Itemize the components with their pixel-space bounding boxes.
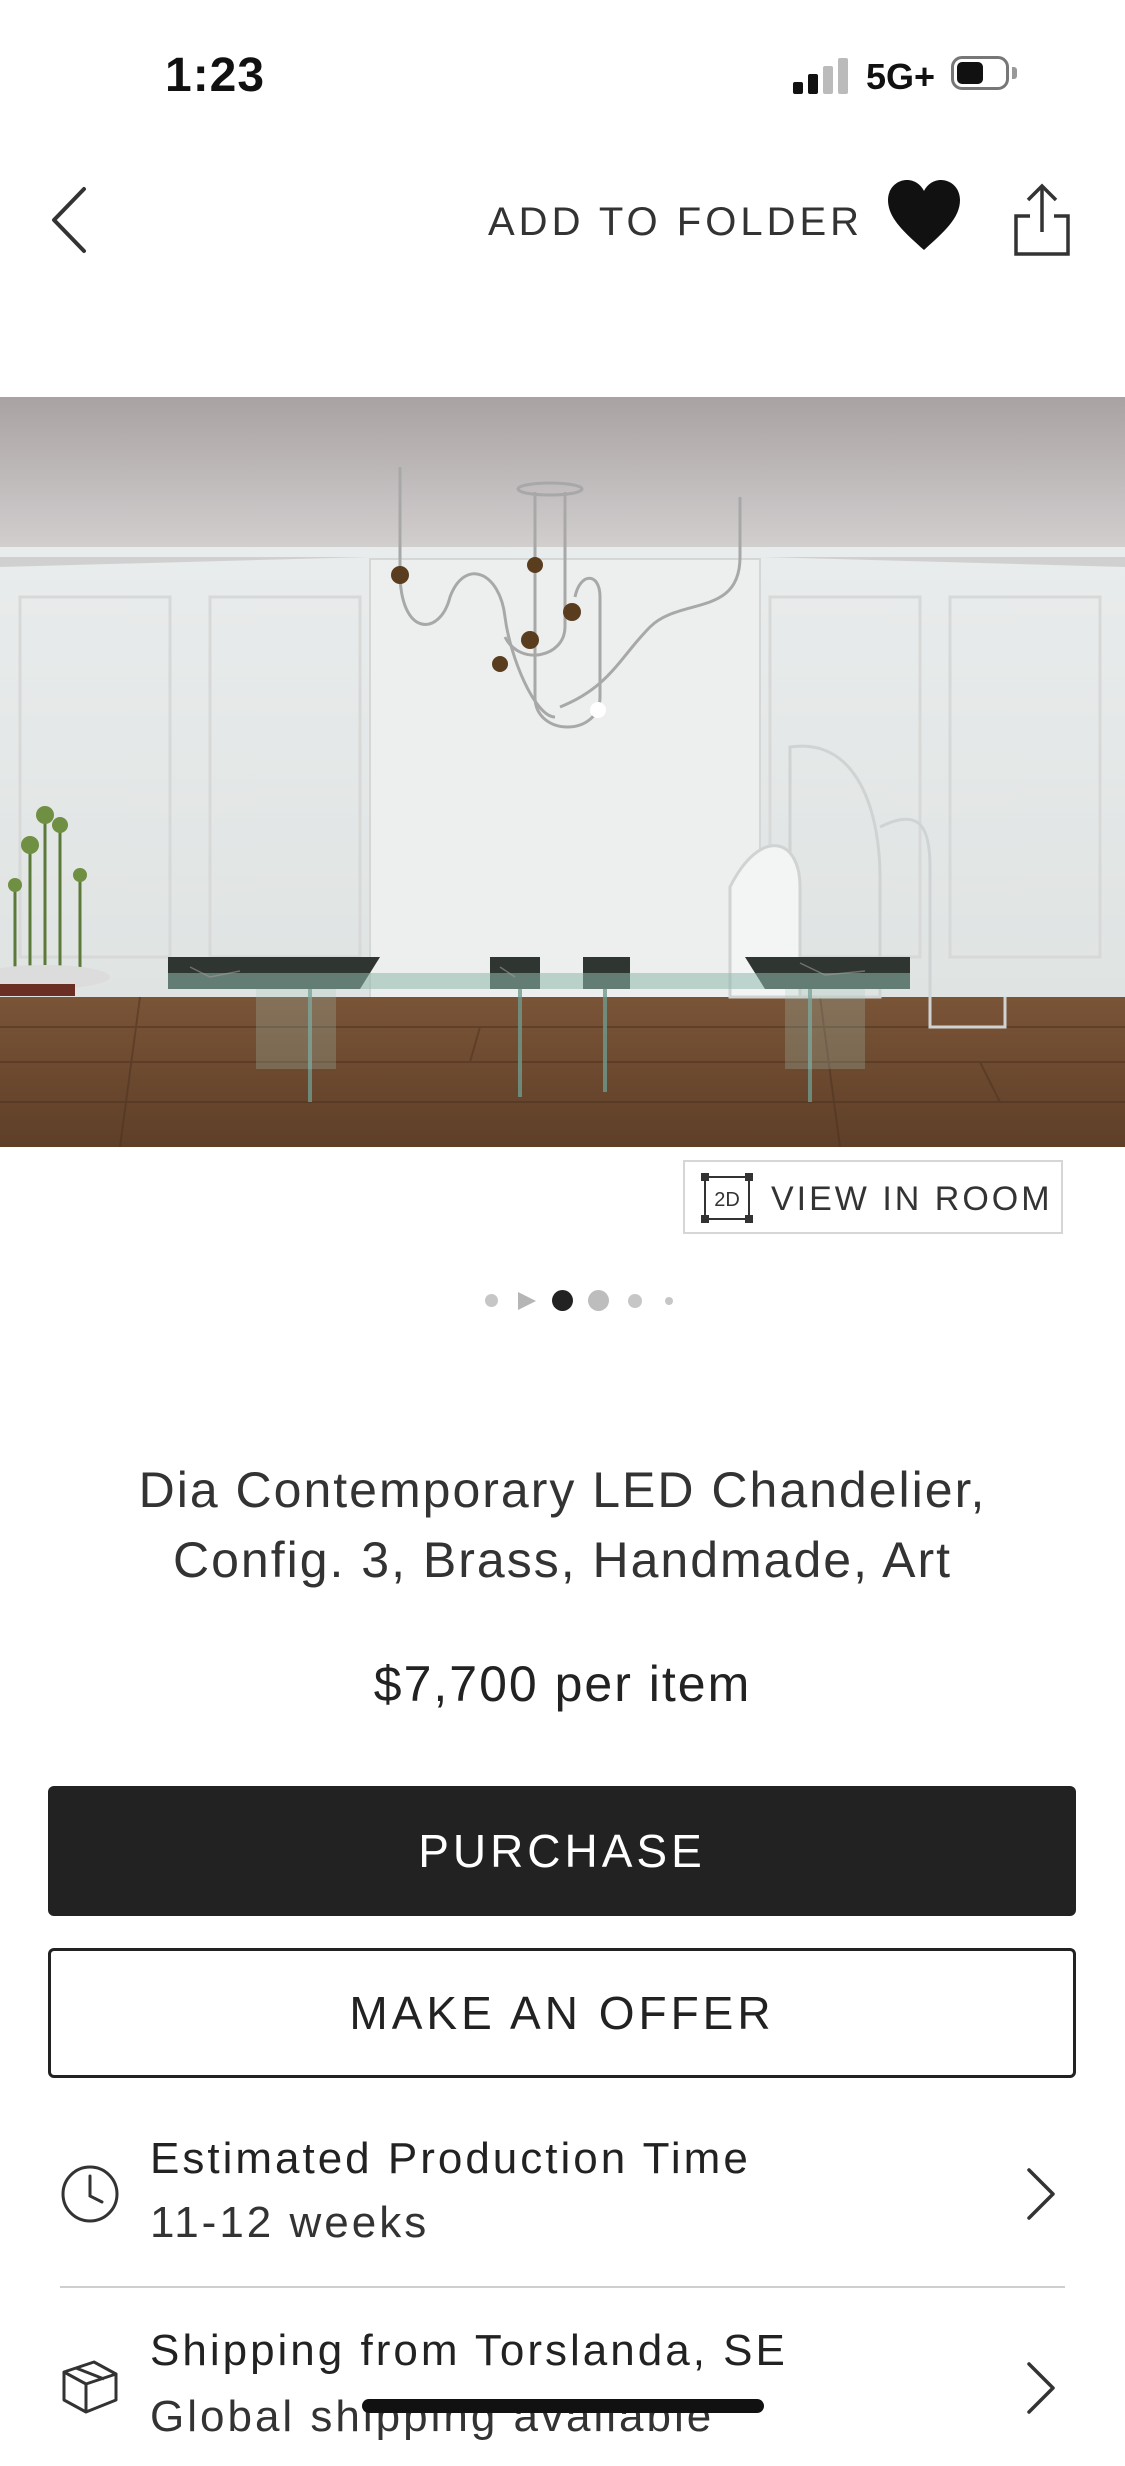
product-price: $7,700 per item [373,1656,752,1712]
purchase-button[interactable]: PURCHASE [48,1786,1076,1916]
chevron-left-icon [52,187,86,253]
purchase-label: PURCHASE [418,1825,706,1877]
package-icon [62,2360,118,2414]
chevron-right-icon [1027,2168,1055,2220]
product-title-line: Dia Contemporary LED Chandelier, [138,1462,987,1518]
favorite-button[interactable] [884,176,964,256]
carousel-dot[interactable] [665,1297,673,1305]
production-time-row[interactable]: Estimated Production Time 11-12 weeks [0,2106,1125,2276]
carousel-dot[interactable] [628,1294,642,1308]
chevron-right-icon [1027,2362,1055,2414]
product-image[interactable] [0,397,1125,1148]
make-offer-label: MAKE AN OFFER [349,1987,775,2039]
video-play-icon[interactable] [516,1291,538,1311]
production-time-heading: Estimated Production Time [150,2134,751,2183]
ar-2d-icon: 2D [701,1173,753,1223]
back-button[interactable] [48,185,98,255]
carousel-dot[interactable] [485,1294,498,1307]
clock-icon [61,2165,119,2223]
status-time: 1:23 [165,49,266,102]
share-button[interactable] [1012,182,1072,262]
signal-icon [793,58,853,94]
share-icon [1014,183,1070,256]
shipping-row[interactable]: Shipping from Torslanda, SE Global shipp… [0,2296,1125,2466]
add-to-folder-button[interactable]: ADD TO FOLDER [488,200,863,245]
divider [60,2286,1065,2288]
carousel-indicator[interactable] [480,1288,680,1312]
product-title: Dia Contemporary LED Chandelier, Config.… [60,1455,1065,1595]
product-title-line: Config. 3, Brass, Handmade, Art [172,1532,953,1588]
view-in-room-label: VIEW IN ROOM [771,1180,1053,1218]
heart-icon [888,180,960,250]
make-offer-button[interactable]: MAKE AN OFFER [48,1948,1076,2078]
carousel-dot-active[interactable] [552,1290,573,1311]
view-in-room-button[interactable]: 2D VIEW IN ROOM [683,1160,1063,1234]
battery-icon [951,56,1021,94]
svg-text:2D: 2D [714,1189,740,1211]
network-label: 5G+ [866,56,936,97]
home-indicator[interactable] [362,2399,764,2413]
carousel-dot[interactable] [588,1290,609,1311]
shipping-heading: Shipping from Torslanda, SE [150,2326,788,2375]
production-time-value: 11-12 weeks [150,2198,430,2247]
